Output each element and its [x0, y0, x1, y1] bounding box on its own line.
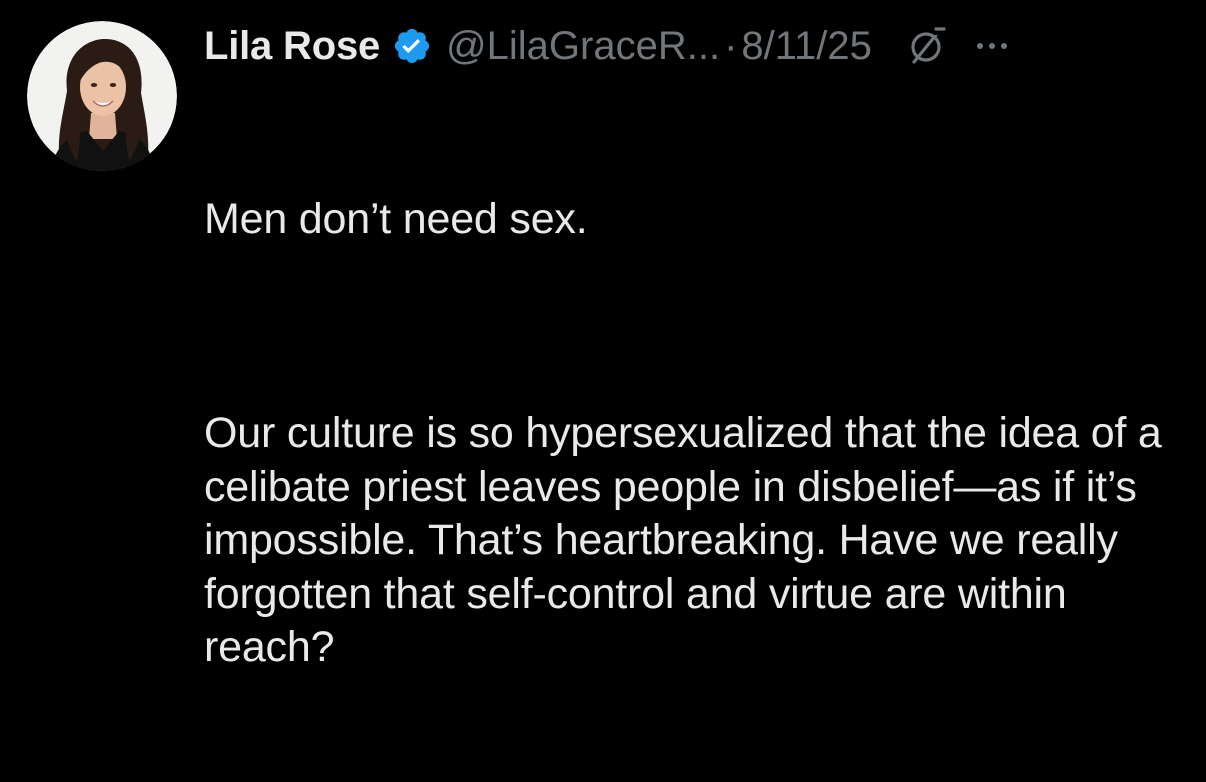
display-name[interactable]: Lila Rose: [204, 24, 380, 69]
tweet-date[interactable]: 8/11/25: [741, 24, 872, 69]
tweet-text-line: Men don’t need sex.: [204, 195, 588, 243]
grok-icon[interactable]: [904, 24, 948, 68]
tweet-text-paragraph: Our culture is so hypersexualized that t…: [204, 409, 1174, 671]
tweet[interactable]: Lila Rose @LilaGraceR... · 8/11/25 Men d…: [0, 0, 1206, 671]
avatar[interactable]: [27, 21, 177, 171]
profile-photo: [27, 21, 177, 171]
verified-badge-icon[interactable]: [392, 26, 432, 66]
separator-dot: ·: [724, 23, 738, 68]
author-handle[interactable]: @LilaGraceR...: [446, 24, 720, 69]
tweet-header: Lila Rose @LilaGraceR... · 8/11/25: [204, 16, 1012, 76]
tweet-text: Men don’t need sex. Our culture is so hy…: [204, 86, 1194, 782]
more-options-icon[interactable]: [972, 26, 1012, 66]
